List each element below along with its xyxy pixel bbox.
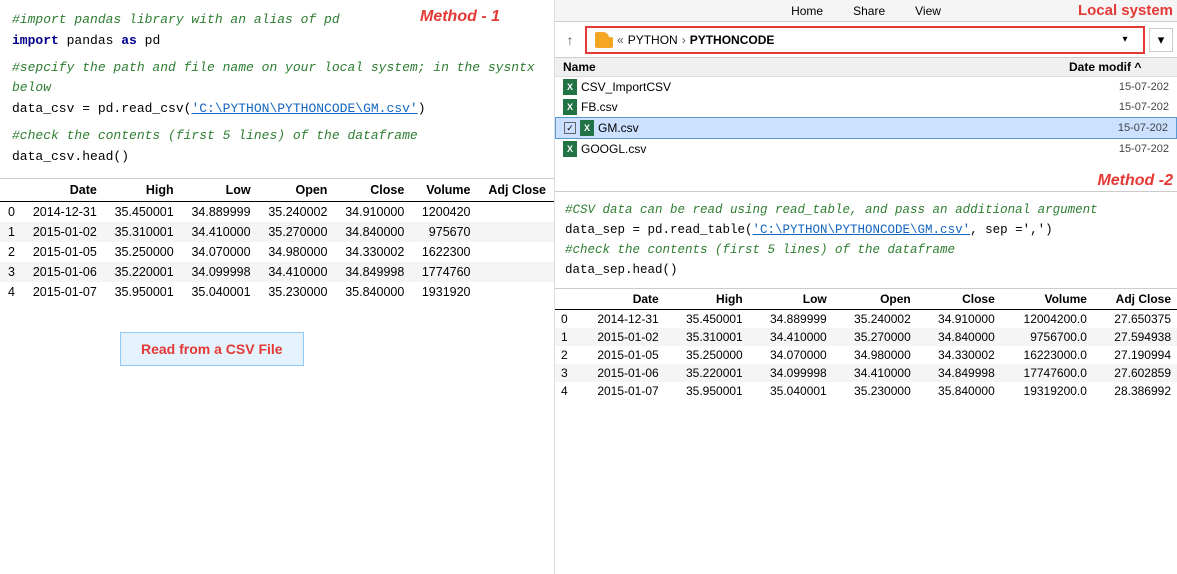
left-panel: #import pandas library with an alias of … [0, 0, 555, 574]
excel-icon-csvimport: X [563, 79, 577, 95]
read-csv-button[interactable]: Read from a CSV File [120, 332, 304, 366]
file-list-header: Name Date modif ^ [555, 58, 1177, 77]
table-right-header-row: Date High Low Open Close Volume Adj Clos… [555, 289, 1177, 310]
file-row-gm[interactable]: ✓ X GM.csv 15-07-202 [555, 117, 1177, 139]
excel-icon-gm: X [580, 120, 594, 136]
code-line-3: #sepcify the path and file name on your … [12, 58, 542, 100]
file-date-fb: 15-07-202 [1069, 101, 1169, 113]
table-row: 42015-01-0735.95000135.04000135.23000035… [555, 382, 1177, 400]
excel-icon-fb: X [563, 99, 577, 115]
th-volume: Volume [412, 179, 478, 202]
th-r-date: Date [575, 289, 665, 310]
file-list: X CSV_ImportCSV 15-07-202 X FB.csv 15-07… [555, 77, 1177, 159]
code-string-path: 'C:\PYTHON\PYTHONCODE\GM.csv' [191, 101, 417, 116]
file-explorer: ↑ « PYTHON › PYTHONCODE ▾ ▾ Name [555, 22, 1177, 192]
top-strip-view[interactable]: View [915, 4, 941, 18]
table-row: 22015-01-0535.25000034.07000034.98000034… [555, 346, 1177, 364]
excel-icon-googl: X [563, 141, 577, 157]
code-comment-3: #check the contents (first 5 lines) of t… [12, 128, 418, 143]
th-r-adj-close: Adj Close [1093, 289, 1177, 310]
code-right-line-1: #CSV data can be read using read_table, … [565, 200, 1167, 220]
path-pythoncode: PYTHONCODE [690, 33, 775, 47]
th-date: Date [23, 179, 105, 202]
table-area-right: Date High Low Open Close Volume Adj Clos… [555, 289, 1177, 574]
code-keyword-import: import [12, 33, 59, 48]
right-panel: Home Share View Local system ↑ « PYTHON … [555, 0, 1177, 574]
nav-bar: ↑ « PYTHON › PYTHONCODE ▾ ▾ [555, 22, 1177, 58]
top-strip-share[interactable]: Share [853, 4, 885, 18]
file-name-csvimport: CSV_ImportCSV [581, 80, 1065, 94]
path-arrow: › [682, 33, 686, 47]
method-2-label: Method -2 [1097, 172, 1173, 190]
th-r-volume: Volume [1001, 289, 1093, 310]
code-line-5: #check the contents (first 5 lines) of t… [12, 126, 542, 147]
code-comment-1: #import pandas library with an alias of … [12, 12, 340, 27]
table-row: 12015-01-0235.31000134.41000035.27000034… [555, 328, 1177, 346]
table-row: 02014-12-3135.45000134.88999935.24000234… [0, 201, 554, 222]
code-line-2: import pandas as pd [12, 31, 542, 52]
table-row: 12015-01-0235.31000134.41000035.27000034… [0, 222, 554, 242]
data-table-left: Date High Low Open Close Volume Adj Clos… [0, 179, 554, 302]
nav-path-box: « PYTHON › PYTHONCODE ▾ [585, 26, 1145, 54]
folder-icon [595, 32, 613, 48]
code-right-line-2: data_sep = pd.read_table('C:\PYTHON\PYTH… [565, 220, 1167, 240]
th-r-index [555, 289, 575, 310]
table-header-row: Date High Low Open Close Volume Adj Clos… [0, 179, 554, 202]
file-name-gm: GM.csv [598, 121, 1064, 135]
code-right-comment-2: #check the contents (first 5 lines) of t… [565, 243, 955, 257]
table-row: 32015-01-0635.22000134.09999834.41000034… [0, 262, 554, 282]
th-r-low: Low [749, 289, 833, 310]
data-table-right: Date High Low Open Close Volume Adj Clos… [555, 289, 1177, 400]
local-system-label: Local system [1078, 2, 1173, 19]
file-row-googl[interactable]: X GOOGL.csv 15-07-202 [555, 139, 1177, 159]
top-strip-home[interactable]: Home [791, 4, 823, 18]
file-row-fb[interactable]: X FB.csv 15-07-202 [555, 97, 1177, 117]
file-date-gm: 15-07-202 [1068, 122, 1168, 134]
file-date-googl: 15-07-202 [1069, 143, 1169, 155]
code-keyword-as: as [121, 33, 137, 48]
code-area-left: #import pandas library with an alias of … [0, 0, 554, 179]
nav-up-arrow[interactable]: ↑ [559, 29, 581, 51]
file-row-csvimport[interactable]: X CSV_ImportCSV 15-07-202 [555, 77, 1177, 97]
file-name-fb: FB.csv [581, 100, 1065, 114]
checkbox-gm[interactable]: ✓ [564, 122, 576, 134]
table-row: 42015-01-0735.95000135.04000135.23000035… [0, 282, 554, 302]
th-open: Open [259, 179, 336, 202]
path-python: PYTHON [628, 33, 678, 47]
code-area-right: #CSV data can be read using read_table, … [555, 192, 1177, 289]
th-index [0, 179, 23, 202]
table-row: 22015-01-0535.25000034.07000034.98000034… [0, 242, 554, 262]
th-r-high: High [665, 289, 749, 310]
code-right-line-3: #check the contents (first 5 lines) of t… [565, 240, 1167, 260]
path-sep-1: « [617, 33, 624, 47]
th-low: Low [182, 179, 259, 202]
code-right-line-4: data_sep.head() [565, 260, 1167, 280]
col-date-header: Date modif ^ [1069, 60, 1169, 74]
file-date-csvimport: 15-07-202 [1069, 81, 1169, 93]
th-high: High [105, 179, 182, 202]
th-r-open: Open [833, 289, 917, 310]
code-line-4: data_csv = pd.read_csv('C:\PYTHON\PYTHON… [12, 99, 542, 120]
code-right-comment-1: #CSV data can be read using read_table, … [565, 203, 1098, 217]
th-r-close: Close [917, 289, 1001, 310]
code-right-string: 'C:\PYTHON\PYTHONCODE\GM.csv' [753, 223, 971, 237]
dropdown-btn[interactable]: ▾ [1149, 28, 1173, 52]
file-name-googl: GOOGL.csv [581, 142, 1065, 156]
main-container: #import pandas library with an alias of … [0, 0, 1177, 574]
table-area-left: Date High Low Open Close Volume Adj Clos… [0, 179, 554, 574]
th-adj-close: Adj Close [479, 179, 554, 202]
table-row: 02014-12-3135.45000134.88999935.24000234… [555, 310, 1177, 329]
code-comment-2: #sepcify the path and file name on your … [12, 60, 535, 96]
code-line-6: data_csv.head() [12, 147, 542, 168]
path-dropdown[interactable]: ▾ [1115, 30, 1135, 50]
th-close: Close [335, 179, 412, 202]
method-1-label: Method - 1 [420, 8, 500, 26]
table-row: 32015-01-0635.22000134.09999834.41000034… [555, 364, 1177, 382]
col-name-header: Name [563, 60, 1069, 74]
